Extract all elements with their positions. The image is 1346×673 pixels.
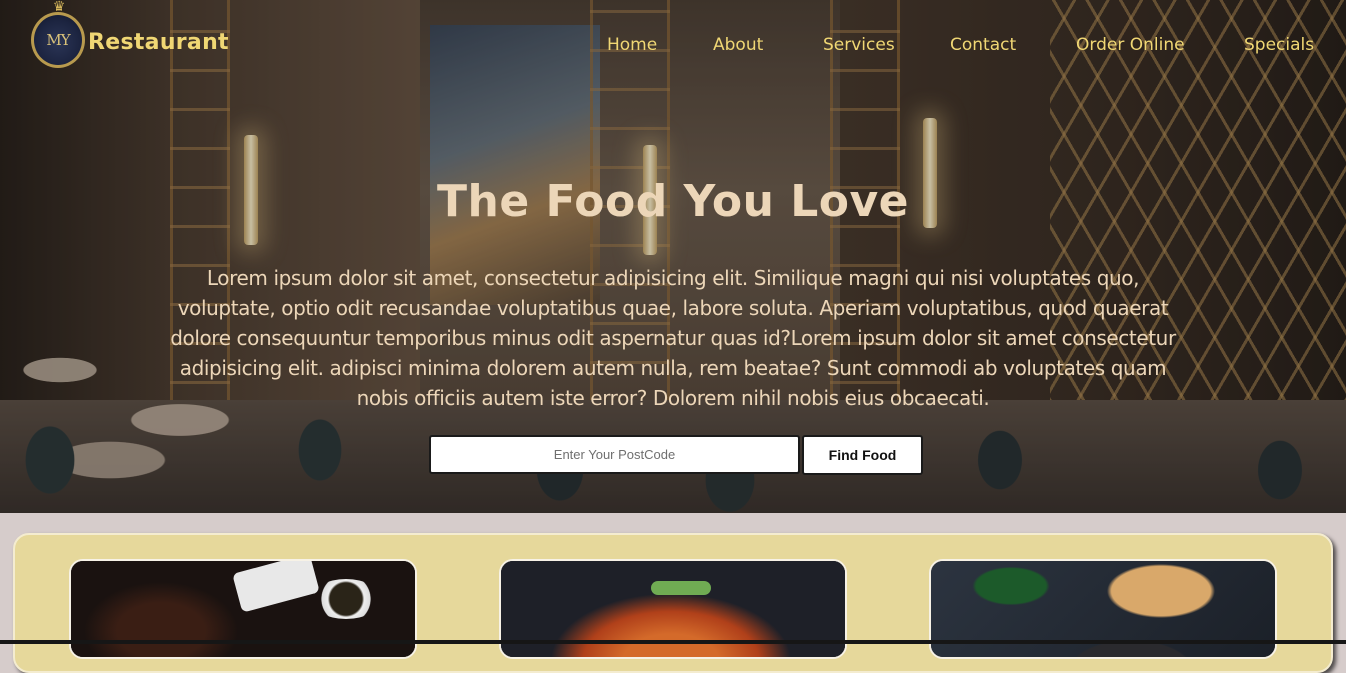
postcode-search-input[interactable]: [429, 435, 800, 474]
bottom-divider: [0, 640, 1346, 644]
nav-item-about[interactable]: About: [713, 35, 763, 55]
dish-card[interactable]: [69, 559, 417, 659]
dish-image-detail: [651, 581, 711, 595]
hero-title: The Food You Love: [436, 176, 910, 227]
nav-item-order-online[interactable]: Order Online: [1076, 35, 1185, 55]
nav-item-contact[interactable]: Contact: [950, 35, 1016, 55]
find-food-button[interactable]: Find Food: [802, 435, 923, 475]
dish-card[interactable]: [499, 559, 847, 659]
dish-image-detail: [311, 579, 381, 619]
main-nav: Home About Services Contact Order Online…: [0, 35, 1346, 59]
hero-section: ♛ MY Restaurant Home About Services Cont…: [0, 0, 1346, 513]
dish-card[interactable]: [929, 559, 1277, 659]
nav-item-home[interactable]: Home: [607, 35, 657, 55]
hero-description: Lorem ipsum dolor sit amet, consectetur …: [170, 266, 1176, 410]
nav-item-services[interactable]: Services: [823, 35, 895, 55]
nav-item-specials[interactable]: Specials: [1244, 35, 1314, 55]
